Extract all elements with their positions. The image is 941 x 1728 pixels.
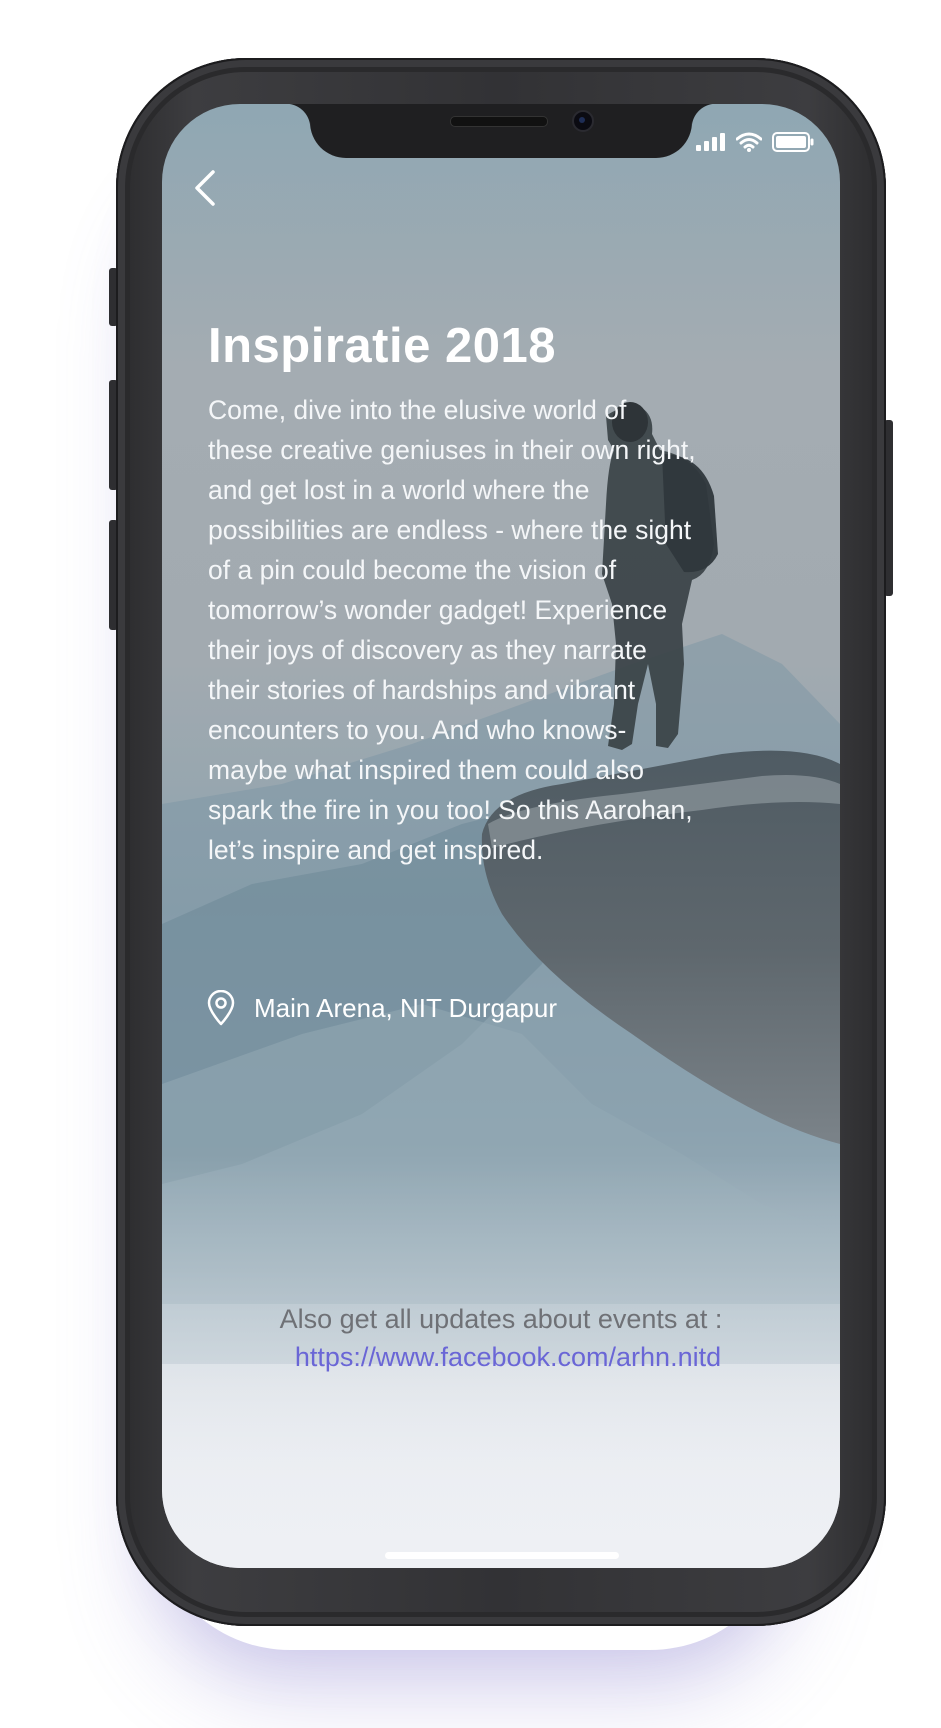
facebook-link[interactable]: https://www.facebook.com/arhn.nitd <box>295 1338 721 1376</box>
event-description: Come, dive into the elusive world of the… <box>208 395 696 865</box>
chevron-left-icon <box>195 170 215 206</box>
home-indicator[interactable] <box>385 1552 619 1559</box>
back-button[interactable] <box>186 166 226 210</box>
screen: Inspiratie 2018 Come, dive into the elus… <box>162 104 840 1568</box>
event-location: Main Arena, NIT Durgapur <box>206 990 557 1026</box>
notch <box>286 104 716 158</box>
front-camera <box>572 110 594 132</box>
updates-text: Also get all updates about events at : <box>279 1304 723 1334</box>
status-bar <box>696 132 814 152</box>
event-title: Inspiratie 2018 <box>208 319 556 373</box>
battery-icon <box>772 132 814 152</box>
location-text: Main Arena, NIT Durgapur <box>254 992 557 1023</box>
event-details: Inspiratie 2018 Come, dive into the elus… <box>208 318 808 870</box>
map-pin-icon <box>207 990 235 1026</box>
wifi-icon <box>736 132 762 152</box>
signal-icon <box>696 133 725 151</box>
footer: Also get all updates about events at : h… <box>162 1300 840 1376</box>
earpiece-speaker <box>450 116 548 127</box>
